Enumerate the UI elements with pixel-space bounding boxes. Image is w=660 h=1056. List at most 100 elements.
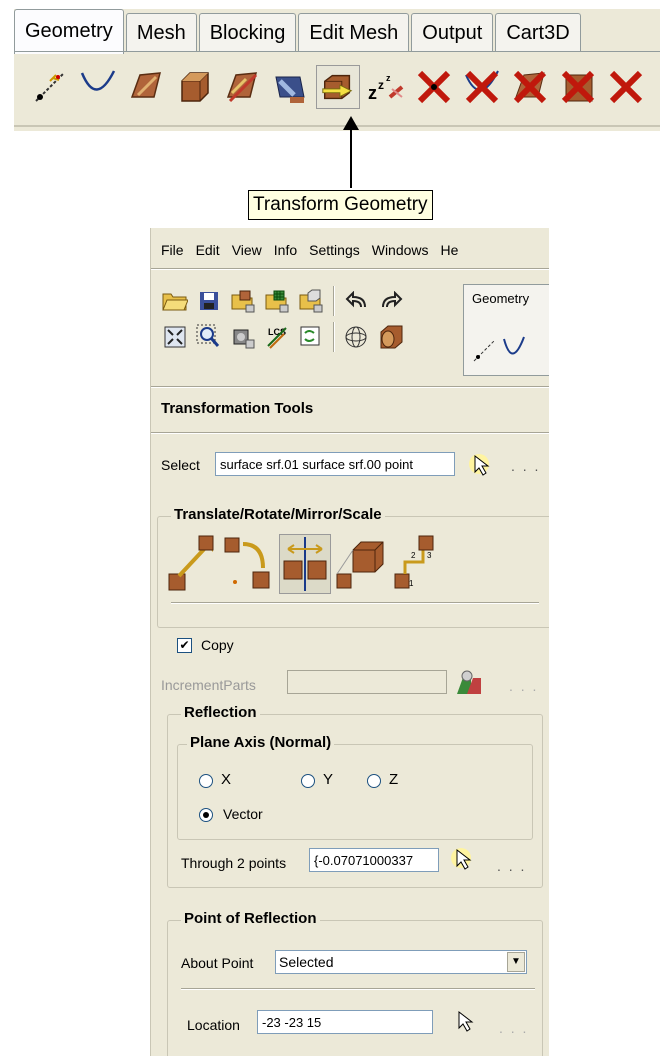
- toolbar-separator-2: [333, 322, 335, 352]
- select-label: Select: [161, 457, 200, 473]
- plane-axis-group: [177, 744, 533, 840]
- tab-blocking[interactable]: Blocking: [198, 13, 297, 52]
- translate-icon[interactable]: [167, 534, 219, 594]
- scale-icon[interactable]: [335, 534, 387, 594]
- restore-dormant-icon[interactable]: zzz: [364, 65, 408, 109]
- tab-bar: Geometry Mesh Blocking Edit Mesh Output …: [14, 9, 583, 54]
- panel-title: Transformation Tools: [161, 400, 314, 417]
- through-points-cursor-icon[interactable]: [449, 846, 477, 872]
- delete-surface-icon[interactable]: [508, 65, 552, 109]
- transform-geometry-icon[interactable]: [316, 65, 360, 109]
- axis-y-radio[interactable]: [301, 774, 315, 788]
- transform-geometry-tooltip: Transform Geometry: [248, 190, 433, 220]
- location-dots[interactable]: . . .: [499, 1020, 528, 1036]
- zoom-box-icon[interactable]: [195, 323, 223, 351]
- toolbar-separator: [333, 286, 335, 316]
- select-more-dots[interactable]: . . .: [511, 458, 540, 474]
- top-toolbar: Geometry Mesh Blocking Edit Mesh Output …: [14, 8, 660, 131]
- fit-window-icon[interactable]: [161, 323, 189, 351]
- tab-output[interactable]: Output: [411, 13, 494, 52]
- redo-icon[interactable]: [377, 287, 405, 315]
- menu-info[interactable]: Info: [274, 242, 297, 258]
- location-field[interactable]: -23 -23 15: [257, 1010, 433, 1034]
- mini-tab-geometry[interactable]: Geometry: [472, 291, 529, 306]
- menu-edit[interactable]: Edit: [196, 242, 220, 258]
- create-body-icon[interactable]: [172, 65, 216, 109]
- location-cursor-icon[interactable]: [451, 1008, 479, 1034]
- menu-divider: [151, 268, 549, 270]
- svg-text:1: 1: [409, 579, 414, 588]
- tab-geometry[interactable]: Geometry: [14, 9, 124, 54]
- select-cursor-icon[interactable]: [467, 452, 495, 478]
- svg-text:2: 2: [411, 551, 416, 560]
- toolbar-row-1: [161, 286, 405, 316]
- pointer-arrow-line: [350, 130, 352, 188]
- svg-text:3: 3: [427, 551, 432, 560]
- delete-point-icon[interactable]: [412, 65, 456, 109]
- trms-legend: Translate/Rotate/Mirror/Scale: [171, 506, 385, 523]
- tab-edit-mesh[interactable]: Edit Mesh: [298, 13, 410, 52]
- mini-geometry-icons[interactable]: [472, 335, 532, 365]
- tab-cart3d[interactable]: Cart3D: [495, 13, 581, 52]
- rotate-icon[interactable]: [223, 534, 275, 594]
- open-mesh-icon[interactable]: [263, 287, 291, 315]
- repair-geometry-icon[interactable]: [220, 65, 264, 109]
- axis-vector-label: Vector: [223, 806, 263, 822]
- tab-mesh[interactable]: Mesh: [125, 13, 197, 52]
- select-field[interactable]: surface srf.01 surface srf.00 point: [215, 452, 455, 476]
- axis-x-label: X: [221, 771, 232, 788]
- mirror-icon[interactable]: [279, 534, 331, 594]
- menu-settings[interactable]: Settings: [309, 242, 360, 258]
- strip-divider: [14, 125, 660, 127]
- through-points-field[interactable]: {-0.07071000337: [309, 848, 439, 872]
- delete-body-icon[interactable]: [556, 65, 600, 109]
- toolbar-row-2: LCS: [161, 322, 405, 352]
- axis-z-label: Z: [389, 771, 399, 788]
- undo-icon[interactable]: [343, 287, 371, 315]
- toolbar-divider: [151, 386, 549, 388]
- delete-any-icon[interactable]: [604, 65, 648, 109]
- reflection-legend: Reflection: [181, 704, 260, 721]
- copy-checkbox[interactable]: ✔: [177, 638, 192, 653]
- tab-divider: [14, 51, 660, 52]
- increment-parts-dots[interactable]: . . .: [509, 678, 538, 694]
- through-points-dots[interactable]: . . .: [497, 858, 526, 874]
- wireframe-shape-icon[interactable]: [343, 323, 371, 351]
- increment-parts-icon[interactable]: [455, 668, 485, 696]
- create-curve-icon[interactable]: [76, 65, 120, 109]
- through-points-label: Through 2 points: [181, 855, 287, 871]
- create-point-icon[interactable]: [28, 65, 72, 109]
- copy-label: Copy: [201, 637, 234, 653]
- refresh-icon[interactable]: [297, 323, 325, 351]
- location-label: Location: [187, 1017, 240, 1033]
- axis-y-label: Y: [323, 771, 334, 788]
- about-divider: [181, 988, 535, 990]
- save-icon[interactable]: [195, 287, 223, 315]
- open-geometry-icon[interactable]: [229, 287, 257, 315]
- open-blocking-icon[interactable]: [297, 287, 325, 315]
- measure-icon[interactable]: [229, 323, 257, 351]
- axis-x-radio[interactable]: [199, 774, 213, 788]
- about-point-value: Selected: [279, 954, 334, 970]
- axis-z-radio[interactable]: [367, 774, 381, 788]
- local-coordinate-icon[interactable]: LCS: [263, 323, 291, 351]
- plane-axis-legend: Plane Axis (Normal): [187, 734, 335, 751]
- axis-vector-radio[interactable]: [199, 808, 213, 822]
- faceted-geometry-icon[interactable]: [268, 65, 312, 109]
- menu-view[interactable]: View: [232, 242, 262, 258]
- increment-parts-field[interactable]: [287, 670, 447, 694]
- title-divider: [151, 432, 549, 434]
- about-point-select[interactable]: Selected ▼: [275, 950, 527, 974]
- pointer-arrow-head: [343, 116, 359, 130]
- menu-file[interactable]: File: [161, 242, 184, 258]
- menu-windows[interactable]: Windows: [372, 242, 429, 258]
- solid-shape-icon[interactable]: [377, 323, 405, 351]
- trms-divider: [171, 602, 539, 604]
- chevron-down-icon[interactable]: ▼: [507, 952, 525, 972]
- menu-help[interactable]: He: [441, 242, 459, 258]
- translate-rotate-icon[interactable]: 1 2 3: [391, 534, 443, 594]
- create-surface-icon[interactable]: [124, 65, 168, 109]
- svg-text:z: z: [386, 73, 391, 83]
- open-folder-icon[interactable]: [161, 287, 189, 315]
- delete-curve-icon[interactable]: [460, 65, 504, 109]
